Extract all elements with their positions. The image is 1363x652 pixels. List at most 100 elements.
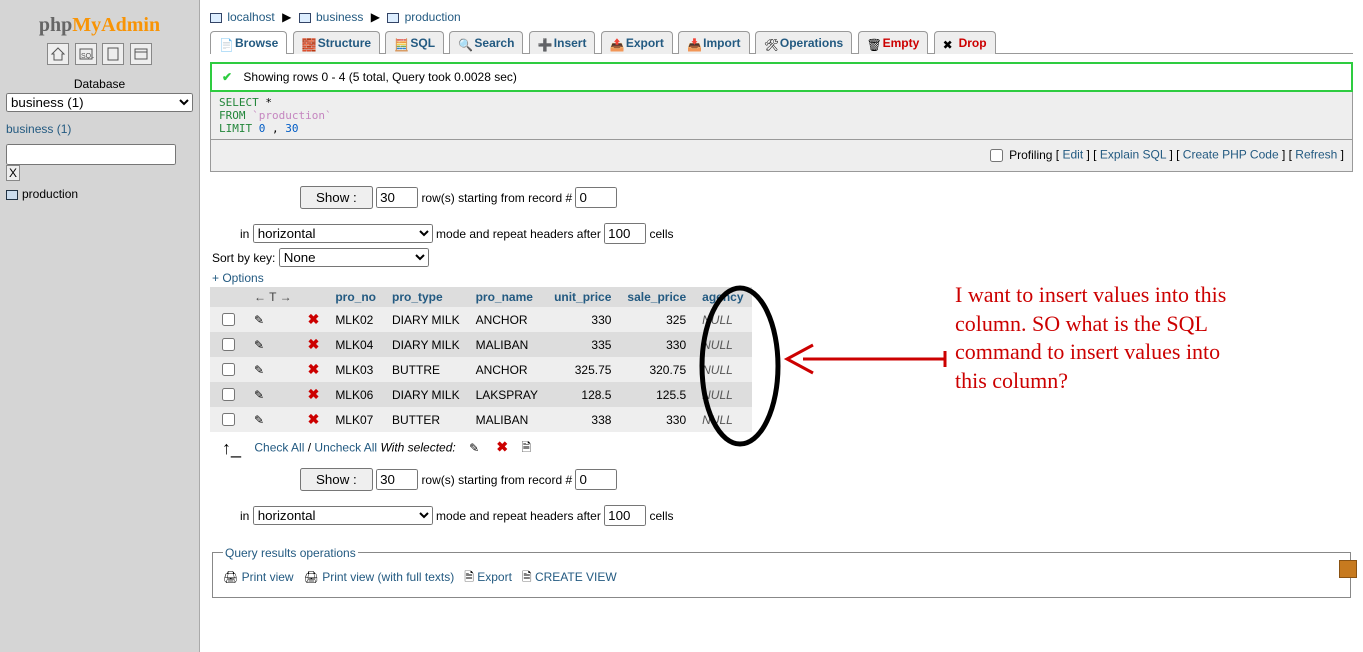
show-count-input[interactable] [376,187,418,208]
sticky-note-icon[interactable] [1339,560,1357,578]
edit-row-icon[interactable]: ✎ [254,313,268,327]
table-icon [387,13,399,23]
cell-agency: NULL [694,407,751,432]
clear-filter-button[interactable]: X [6,165,20,181]
edit-query-link[interactable]: Edit [1062,148,1083,162]
tab-drop[interactable]: ✖Drop [934,31,996,54]
search-icon: 🔍 [458,38,472,50]
nav-row-mode: in horizontal mode and repeat headers af… [210,223,1353,244]
explain-sql-link[interactable]: Explain SQL [1100,148,1166,162]
delete-selected-icon[interactable]: ✖ [496,439,508,455]
edit-selected-icon[interactable]: ✎ [469,441,483,455]
tab-structure[interactable]: 🧱Structure [293,31,380,54]
cell-agency: NULL [694,332,751,357]
cell-pro_no: MLK04 [327,332,384,357]
export-link[interactable]: Export [477,570,512,584]
repeat-headers-input-2[interactable] [604,505,646,526]
table-row: ✎✖MLK03BUTTREANCHOR325.75320.75NULL [210,357,752,382]
col-pro_no[interactable]: pro_no [327,287,384,307]
sort-key-select[interactable]: None [279,248,429,267]
up-arrow-icon: ↑_ [222,438,241,458]
tab-search[interactable]: 🔍Search [449,31,523,54]
row-checkbox[interactable] [222,338,235,351]
print-view-full-link[interactable]: Print view (with full texts) [322,570,454,584]
delete-row-icon[interactable]: ✖ [308,411,320,427]
sidebar-db-link[interactable]: business (1) [6,122,193,136]
sidebar-table-item[interactable]: production [6,187,193,201]
tab-sql[interactable]: 🧮SQL [385,31,444,54]
sql-icon[interactable]: SQL [75,43,97,65]
tab-empty[interactable]: 🗑Empty [858,31,929,54]
with-selected-row: ↑_ Check All / Uncheck All With selected… [210,438,1353,460]
row-checkbox[interactable] [222,413,235,426]
profiling-toggle[interactable]: Profiling [986,148,1053,162]
col-sort-arrows[interactable]: ← T → [246,287,300,307]
start-record-input[interactable] [575,187,617,208]
edit-row-icon[interactable]: ✎ [254,413,268,427]
export-op-icon: 🗎 [464,570,474,584]
uncheck-all-link[interactable]: Uncheck All [314,441,377,455]
docs-icon[interactable] [102,43,124,65]
table-icon [6,190,18,200]
print-view-link[interactable]: Print view [242,570,294,584]
table-row: ✎✖MLK07BUTTERMALIBAN338330NULL [210,407,752,432]
show-button[interactable]: Show : [300,186,373,209]
create-php-link[interactable]: Create PHP Code [1183,148,1279,162]
export-selected-icon[interactable]: 🗎 [521,441,531,455]
table-filter-input[interactable] [6,144,176,165]
delete-row-icon[interactable]: ✖ [308,336,320,352]
table-row: ✎✖MLK06DIARY MILKLAKSPRAY128.5125.5NULL [210,382,752,407]
home-icon[interactable] [47,43,69,65]
tab-operations[interactable]: 🛠Operations [755,31,852,54]
delete-row-icon[interactable]: ✖ [308,311,320,327]
database-select[interactable]: business (1) [6,93,193,112]
cell-sale_price: 325 [619,307,694,332]
show-count-input-2[interactable] [376,469,418,490]
success-message: ✔ Showing rows 0 - 4 (5 total, Query too… [210,62,1353,92]
row-checkbox[interactable] [222,313,235,326]
cell-pro_name: MALIBAN [468,407,546,432]
mode-select-2[interactable]: horizontal [253,506,433,525]
drop-icon: ✖ [943,38,957,50]
start-record-input-2[interactable] [575,469,617,490]
tab-import[interactable]: 📥Import [678,31,749,54]
col-agency[interactable]: agency [694,287,751,307]
tab-export[interactable]: 📤Export [601,31,673,54]
crumb-database[interactable]: business [316,10,363,24]
server-icon [210,13,222,23]
sql-tab-icon: 🧮 [394,38,408,50]
col-pro_type[interactable]: pro_type [384,287,468,307]
delete-row-icon[interactable]: ✖ [308,386,320,402]
create-view-link[interactable]: CREATE VIEW [535,570,617,584]
tab-browse[interactable]: 📄Browse [210,31,287,54]
annotation-text: I want to insert values into this column… [955,281,1235,395]
col-pro_name[interactable]: pro_name [468,287,546,307]
insert-icon: ➕ [538,38,552,50]
query-ops-legend: Query results operations [223,546,358,560]
mode-select[interactable]: horizontal [253,224,433,243]
edit-row-icon[interactable]: ✎ [254,388,268,402]
show-button-2[interactable]: Show : [300,468,373,491]
check-all-link[interactable]: Check All [254,441,304,455]
col-unit_price[interactable]: unit_price [546,287,619,307]
cell-sale_price: 125.5 [619,382,694,407]
col-sale_price[interactable]: sale_price [619,287,694,307]
cell-unit_price: 335 [546,332,619,357]
delete-row-icon[interactable]: ✖ [308,361,320,377]
cell-pro_name: MALIBAN [468,332,546,357]
edit-row-icon[interactable]: ✎ [254,363,268,377]
edit-row-icon[interactable]: ✎ [254,338,268,352]
cell-pro_name: ANCHOR [468,357,546,382]
query-display: SELECT * FROM `production` LIMIT 0 , 30 [210,92,1353,140]
crumb-server[interactable]: localhost [227,10,274,24]
refresh-link[interactable]: Refresh [1295,148,1337,162]
query-window-icon[interactable] [130,43,152,65]
cell-pro_type: DIARY MILK [384,382,468,407]
breadcrumb: localhost ▶ business ▶ production [210,8,1353,30]
tab-insert[interactable]: ➕Insert [529,31,596,54]
cell-pro_no: MLK03 [327,357,384,382]
row-checkbox[interactable] [222,363,235,376]
repeat-headers-input[interactable] [604,223,646,244]
row-checkbox[interactable] [222,388,235,401]
crumb-table[interactable]: production [405,10,461,24]
